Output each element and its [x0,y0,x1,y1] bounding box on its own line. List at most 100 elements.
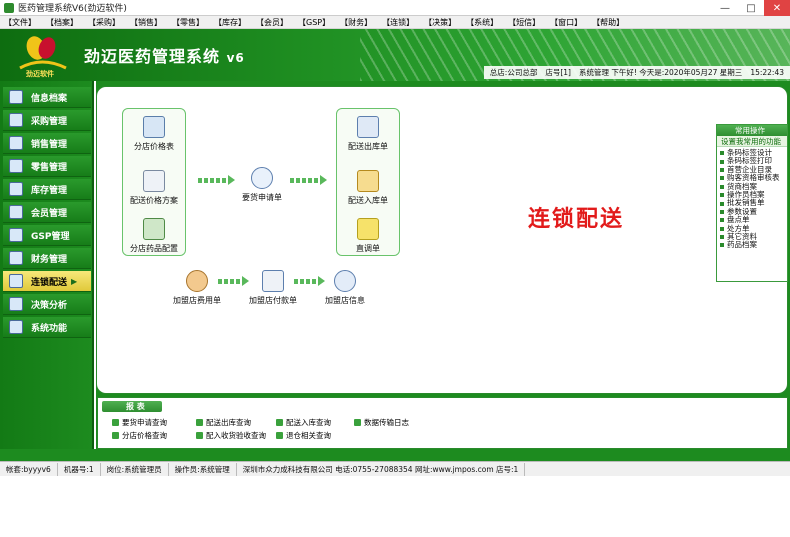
sidebar-item-label: 采购管理 [31,116,68,127]
node-label: 分店价格表 [134,142,174,151]
sidebar-item-label: 信息档案 [31,93,68,104]
status-bar: 帐套:byyyv6 机器号:1 岗位:系统管理员 操作员:系统管理 深圳市众力成… [0,461,790,476]
sidebar-item-retail[interactable]: 零售管理 [3,156,91,177]
report-item[interactable]: 配送出库查询 [196,417,251,428]
report-item[interactable]: 配入收货验收查询 [196,430,266,441]
menu-system[interactable]: 【系统】 [466,17,498,28]
common-item[interactable]: 药品档案 [720,240,787,249]
menu-sms[interactable]: 【短信】 [508,17,540,28]
person-icon [186,270,208,292]
node-drug-config[interactable]: 分店药品配置 [119,218,189,254]
report-icon [276,419,283,426]
sidebar-item-inventory[interactable]: 库存管理 [3,179,91,200]
node-branch-price[interactable]: 分店价格表 [119,116,189,152]
common-actions-header: 常用操作 [717,125,787,136]
node-demand-request[interactable]: 要货申请单 [227,167,297,203]
title-bar: 医药管理系统V6(劲迈软件) — □ ✕ [0,0,790,16]
app-brand: 劲迈医药管理系统 v6 [84,43,245,67]
gear-icon [9,320,23,334]
sidebar: 信息档案 采购管理 销售管理 零售管理 库存管理 会员管理 GSP管理 财务管理… [0,81,94,536]
node-label: 配送出库单 [348,142,388,151]
window-controls: — □ ✕ [712,0,790,16]
status-company: 深圳市众力成科技有限公司 电话:0755-27088354 网址:www.jmp… [237,462,526,476]
menu-archive[interactable]: 【档案】 [46,17,78,28]
sidebar-item-label: 零售管理 [31,162,68,173]
store-info: 总店:公司总部 [489,68,538,77]
price-list-icon [143,116,165,138]
sidebar-item-member[interactable]: 会员管理 [3,202,91,223]
truck-icon [9,274,23,288]
report-icon [196,419,203,426]
sidebar-item-label: 库存管理 [31,185,68,196]
app-icon [4,2,14,13]
menu-purchase[interactable]: 【采购】 [88,17,120,28]
delivery-in-icon [357,170,379,192]
greeting-info: 系统管理 下午好! 今天是:2020年05月27 星期三 [578,68,743,77]
report-item[interactable]: 要货申请查询 [112,417,167,428]
node-price-plan[interactable]: 配送价格方案 [119,170,189,206]
sidebar-item-info[interactable]: 信息档案 [3,87,91,108]
people-icon [334,270,356,292]
node-label: 加盟店信息 [325,296,365,305]
workflow-panel [96,86,788,394]
report-item[interactable]: 数据传输日志 [354,417,409,428]
inventory-icon [9,182,23,196]
menu-retail[interactable]: 【零售】 [172,17,204,28]
sidebar-item-chain[interactable]: 连锁配送 ▶ [3,271,91,292]
shop-info: 店号[1] [545,68,571,77]
footer-band [0,449,790,461]
node-franchise-fee[interactable]: 加盟店费用单 [162,270,232,306]
status-position: 岗位:系统管理员 [101,462,169,476]
status-machine: 机器号:1 [58,462,101,476]
config-icon [143,218,165,240]
member-icon [9,205,23,219]
menu-file[interactable]: 【文件】 [4,17,36,28]
node-delivery-out[interactable]: 配送出库单 [333,116,403,152]
sidebar-item-purchase[interactable]: 采购管理 [3,110,91,131]
common-actions-setting[interactable]: 设置我常用的功能 [717,136,787,147]
node-direct-transfer[interactable]: 直调单 [333,218,403,254]
menu-inventory[interactable]: 【库存】 [214,17,246,28]
report-item-label: 配送入库查询 [286,418,331,427]
clock: 15:22:43 [750,68,784,77]
node-label: 配送入库单 [348,196,388,205]
program-version: 程序版本:2019-12-31 [3,528,75,536]
menu-decision[interactable]: 【决策】 [424,17,456,28]
menu-finance[interactable]: 【财务】 [340,17,372,28]
status-operator: 操作员:系统管理 [169,462,237,476]
node-label: 要货申请单 [242,193,282,202]
report-item-label: 配入收货验收查询 [206,431,266,440]
report-item[interactable]: 分店价格查询 [112,430,167,441]
menu-window[interactable]: 【窗口】 [550,17,582,28]
menu-member[interactable]: 【会员】 [256,17,288,28]
report-item[interactable]: 配送入库查询 [276,417,331,428]
sidebar-item-sales[interactable]: 销售管理 [3,133,91,154]
sidebar-item-finance[interactable]: 财务管理 [3,248,91,269]
common-actions-panel: 常用操作 设置我常用的功能 条码标签设计 条码标签打印 首营企业目录 购客资格审… [716,124,788,282]
close-icon[interactable]: ✕ [764,0,790,16]
maximize-icon[interactable]: □ [738,0,764,16]
node-franchise-info[interactable]: 加盟店信息 [310,270,380,306]
menu-sales[interactable]: 【销售】 [130,17,162,28]
menu-help[interactable]: 【帮助】 [592,17,624,28]
report-icon [112,432,119,439]
menu-gsp[interactable]: 【GSP】 [298,17,330,28]
payment-icon [262,270,284,292]
report-icon [196,432,203,439]
report-item[interactable]: 退仓相关查询 [276,430,331,441]
node-franchise-payment[interactable]: 加盟店付款单 [238,270,308,306]
purchase-icon [9,113,23,127]
node-delivery-in[interactable]: 配送入库单 [333,170,403,206]
transfer-icon [357,218,379,240]
menu-chain[interactable]: 【连锁】 [382,17,414,28]
node-label: 配送价格方案 [130,196,178,205]
node-label: 分店药品配置 [130,244,178,253]
minimize-icon[interactable]: — [712,0,738,16]
sidebar-item-decision[interactable]: 决策分析 [3,294,91,315]
document-icon [143,170,165,192]
brand-name: 劲迈医药管理系统 [84,47,221,66]
version-info: 数据库版本:2019-12-31 程序版本:2019-12-31 [3,519,81,537]
sidebar-item-system[interactable]: 系统功能 [3,317,91,338]
sidebar-item-label: 连锁配送 [31,277,68,288]
sidebar-item-gsp[interactable]: GSP管理 [3,225,91,246]
